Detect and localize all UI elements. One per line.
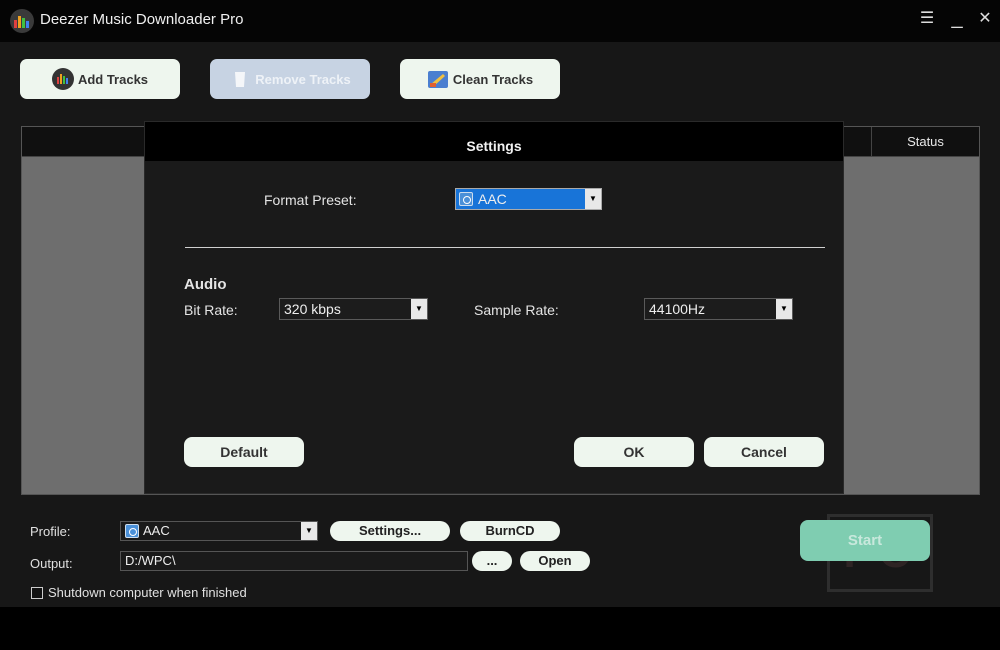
status-column-header[interactable]: Status: [871, 127, 979, 157]
profile-value: AAC: [143, 523, 170, 538]
add-tracks-label: Add Tracks: [77, 71, 149, 87]
equalizer-icon: [51, 68, 74, 90]
aac-format-icon: [459, 192, 473, 206]
settings-button[interactable]: Settings...: [330, 521, 450, 541]
minimize-button[interactable]: _: [946, 8, 968, 30]
default-button[interactable]: Default: [184, 437, 304, 467]
browse-button[interactable]: ...: [472, 551, 512, 571]
profile-label: Profile:: [30, 524, 71, 539]
close-icon[interactable]: ✕: [974, 8, 996, 30]
ok-button[interactable]: OK: [574, 437, 694, 467]
sample-rate-select[interactable]: 44100Hz ▼: [644, 298, 793, 320]
start-button[interactable]: Start: [800, 520, 930, 561]
clean-tracks-label: Clean Tracks: [452, 71, 534, 87]
format-preset-select[interactable]: AAC ▼: [455, 188, 602, 210]
cancel-button[interactable]: Cancel: [704, 437, 824, 467]
aac-format-icon: [125, 524, 139, 538]
bit-rate-select[interactable]: 320 kbps ▼: [279, 298, 428, 320]
bit-rate-label: Bit Rate:: [184, 302, 238, 318]
chevron-down-icon[interactable]: ▼: [585, 189, 601, 209]
chevron-down-icon[interactable]: ▼: [411, 299, 427, 319]
chevron-down-icon[interactable]: ▼: [776, 299, 792, 319]
broom-icon: [427, 68, 449, 90]
output-label: Output:: [30, 556, 73, 571]
title-bar: Deezer Music Downloader Pro ☰ _ ✕: [0, 0, 1000, 42]
menu-icon[interactable]: ☰: [916, 8, 938, 30]
equalizer-icon: [10, 9, 34, 33]
sample-rate-value: 44100Hz: [649, 301, 706, 317]
clean-tracks-button[interactable]: Clean Tracks: [400, 59, 560, 99]
settings-dialog: Settings Format Preset: AAC ▼ Audio Bit …: [144, 121, 844, 494]
add-tracks-button[interactable]: Add Tracks: [20, 59, 180, 99]
burncd-button[interactable]: BurnCD: [460, 521, 560, 541]
divider: [185, 247, 825, 248]
shutdown-label: Shutdown computer when finished: [48, 585, 247, 600]
remove-tracks-label: Remove Tracks: [255, 71, 351, 87]
sample-rate-label: Sample Rate:: [474, 302, 559, 318]
bit-rate-value: 320 kbps: [284, 301, 341, 317]
remove-tracks-button[interactable]: Remove Tracks: [210, 59, 370, 99]
audio-heading: Audio: [184, 276, 227, 293]
format-preset-label: Format Preset:: [264, 192, 357, 208]
output-path-field[interactable]: D:/WPC\: [120, 551, 468, 571]
trash-icon: [229, 68, 251, 90]
shutdown-checkbox[interactable]: [31, 587, 43, 599]
format-preset-value: AAC: [478, 191, 507, 207]
window-title: Deezer Music Downloader Pro: [40, 11, 244, 28]
profile-select[interactable]: AAC ▼: [120, 521, 318, 541]
dialog-title: Settings: [145, 122, 843, 161]
chevron-down-icon[interactable]: ▼: [301, 522, 317, 540]
open-button[interactable]: Open: [520, 551, 590, 571]
